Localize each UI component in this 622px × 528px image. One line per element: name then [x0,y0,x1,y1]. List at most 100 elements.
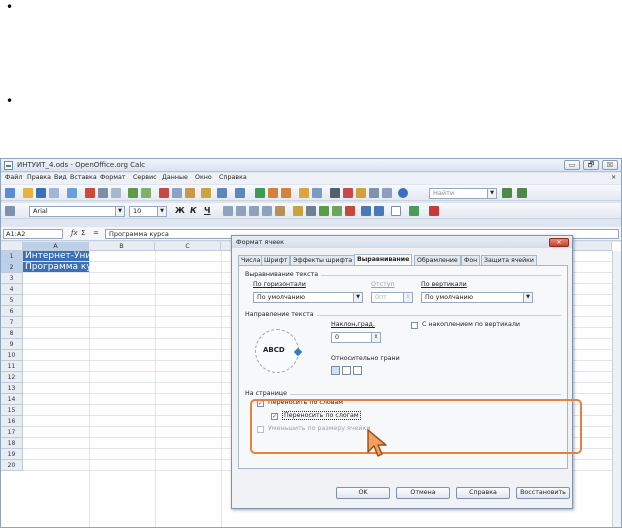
tab-borders[interactable]: Обрамление [414,255,461,265]
menu-tools[interactable]: Сервис [133,174,157,181]
undo-icon[interactable] [217,188,227,198]
ok-button[interactable]: OK [336,487,390,499]
help-icon[interactable] [398,188,408,198]
tab-font[interactable]: Шрифт [261,255,291,265]
font-size-select[interactable]: 10 ▼ [129,206,167,217]
spellcheck-icon[interactable] [128,188,138,198]
styles-icon[interactable] [5,206,15,216]
find-next-icon[interactable] [502,188,512,198]
percent-icon[interactable] [306,206,316,216]
column-header-a[interactable]: A [23,242,89,251]
indent-spinner[interactable]: 0пт ⇕ [371,292,413,303]
row-header-3[interactable]: 3 [1,273,23,284]
increase-indent-icon[interactable] [374,206,384,216]
row-header-13[interactable]: 13 [1,383,23,394]
cut-icon[interactable] [159,188,169,198]
chart-icon[interactable] [299,188,309,198]
spinner-icon[interactable]: ⇕ [403,293,412,302]
chevron-down-icon[interactable]: ▼ [523,293,532,302]
row-header-14[interactable]: 14 [1,394,23,405]
function-wizard-icon[interactable]: ƒx [71,229,78,237]
tab-numbers[interactable]: Числа [238,255,264,265]
row-header-2[interactable]: 2 [1,262,23,273]
add-decimal-icon[interactable] [332,206,342,216]
export-pdf-icon[interactable] [85,188,95,198]
menu-file[interactable]: Файл [5,174,22,181]
tab-alignment[interactable]: Выравнивание [354,254,413,265]
chevron-down-icon[interactable]: ▼ [487,189,496,198]
save-icon[interactable] [36,188,46,198]
sort-asc-icon[interactable] [268,188,278,198]
column-header-c[interactable]: C [155,242,221,251]
draw-functions-icon[interactable] [312,188,322,198]
menu-edit[interactable]: Правка [27,174,51,181]
delete-decimal-icon[interactable] [345,206,355,216]
paste-icon[interactable] [185,188,195,198]
row-header-19[interactable]: 19 [1,449,23,460]
datasources-icon[interactable] [369,188,379,198]
tab-background[interactable]: Фон [461,255,481,265]
row-header-16[interactable]: 16 [1,416,23,427]
menu-close-doc-icon[interactable]: × [611,174,616,181]
align-right-icon[interactable] [249,206,259,216]
row-header-5[interactable]: 5 [1,295,23,306]
menu-insert[interactable]: Вставка [70,174,97,181]
row-header-6[interactable]: 6 [1,306,23,317]
angle-spinner[interactable]: 0 ⇕ [331,332,381,343]
sort-desc-icon[interactable] [281,188,291,198]
column-header-b[interactable]: B [89,242,155,251]
cell-a1[interactable]: Интернет-Университет информационных те [25,251,236,261]
zoom-icon[interactable] [382,188,392,198]
row-header-12[interactable]: 12 [1,372,23,383]
font-name-select[interactable]: Arial ▼ [29,206,125,217]
reference-edge-top-button[interactable] [342,366,351,375]
menu-view[interactable]: Вид [54,174,67,181]
row-header-17[interactable]: 17 [1,427,23,438]
stacked-vertical-checkbox[interactable] [411,322,418,329]
row-header-20[interactable]: 20 [1,460,23,471]
open-icon[interactable] [23,188,33,198]
rotation-dial[interactable]: ABCD [255,329,303,373]
standard-format-icon[interactable] [319,206,329,216]
chevron-down-icon[interactable]: ▼ [115,207,124,216]
currency-icon[interactable] [293,206,303,216]
underline-button[interactable]: Ч [204,206,210,215]
email-icon[interactable] [49,188,59,198]
find-replace-icon[interactable] [330,188,340,198]
bold-button[interactable]: Ж [175,206,185,215]
merge-cells-icon[interactable] [275,206,285,216]
chevron-down-icon[interactable]: ▼ [353,293,362,302]
find-prev-icon[interactable] [517,188,527,198]
row-header-9[interactable]: 9 [1,339,23,350]
align-center-icon[interactable] [236,206,246,216]
gallery-icon[interactable] [356,188,366,198]
preview-icon[interactable] [111,188,121,198]
edit-file-icon[interactable] [67,188,77,198]
autospell-icon[interactable] [141,188,151,198]
row-header-8[interactable]: 8 [1,328,23,339]
tab-font-effects[interactable]: Эффекты шрифта [290,255,356,265]
menu-format[interactable]: Формат [100,174,126,181]
hyperlink-icon[interactable] [255,188,265,198]
cancel-button[interactable]: Отмена [396,487,450,499]
spinner-icon[interactable]: ⇕ [371,333,380,342]
chevron-down-icon[interactable]: ▼ [157,207,166,216]
name-box[interactable]: A1:A2 [3,229,63,239]
align-left-icon[interactable] [223,206,233,216]
function-icon[interactable]: = [93,229,99,237]
menu-data[interactable]: Данные [162,174,188,181]
row-header-11[interactable]: 11 [1,361,23,372]
close-button[interactable]: ☒ [602,160,618,170]
redo-icon[interactable] [235,188,245,198]
row-header-18[interactable]: 18 [1,438,23,449]
justify-icon[interactable] [262,206,272,216]
help-button[interactable]: Справка [456,487,510,499]
vertical-align-select[interactable]: По умолчанию ▼ [421,292,533,303]
format-paintbrush-icon[interactable] [201,188,211,198]
horizontal-align-select[interactable]: По умолчанию ▼ [253,292,363,303]
row-header-7[interactable]: 7 [1,317,23,328]
row-header-15[interactable]: 15 [1,405,23,416]
rotation-knob-icon[interactable] [293,347,303,357]
reference-edge-inside-button[interactable] [353,366,362,375]
reset-button[interactable]: Восстановить [516,487,570,499]
